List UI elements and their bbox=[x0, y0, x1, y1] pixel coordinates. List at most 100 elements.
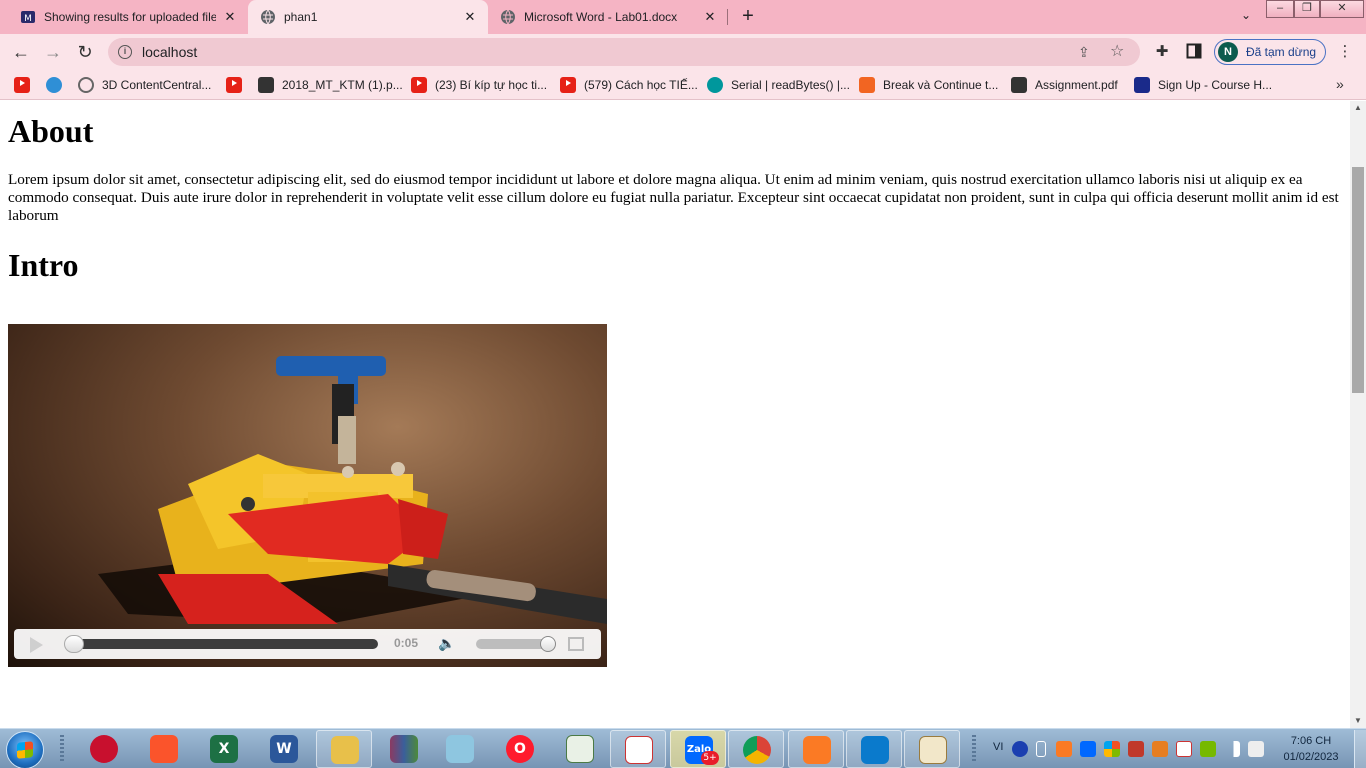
paint-icon bbox=[919, 736, 947, 764]
scroll-thumb[interactable] bbox=[1352, 167, 1364, 393]
tray-app-2-icon[interactable] bbox=[1152, 741, 1168, 757]
winrar-icon bbox=[390, 735, 418, 763]
xampp-tray-icon[interactable] bbox=[1056, 741, 1072, 757]
taskbar-chrome[interactable] bbox=[728, 730, 784, 768]
video-progress-track[interactable] bbox=[68, 639, 378, 649]
network-signal-icon[interactable] bbox=[1224, 741, 1240, 757]
tab-close-icon[interactable]: ✕ bbox=[702, 9, 718, 25]
bookmark-bi-kip[interactable]: (23) Bí kíp tự học ti... bbox=[411, 76, 547, 94]
bookmark-label: Serial | readBytes() |... bbox=[731, 78, 850, 92]
windows-taskbar: X W O Zalo 5+ VI 7:06 CH 01/02/2023 bbox=[0, 728, 1366, 768]
bookmark-3d-contentcentral[interactable]: 3D ContentCentral... bbox=[78, 76, 211, 94]
svg-text:M: M bbox=[24, 14, 32, 24]
taskbar-file-explorer[interactable] bbox=[316, 730, 372, 768]
bookmark-cach-hoc[interactable]: (579) Cách học TIẾ... bbox=[560, 76, 698, 94]
back-arrow-icon[interactable]: ← bbox=[9, 40, 33, 64]
taskbar-word[interactable]: W bbox=[256, 730, 312, 768]
opera-gx-icon bbox=[90, 735, 118, 763]
tray-expand-icon[interactable] bbox=[1036, 741, 1046, 757]
scroll-down-arrow-icon[interactable]: ▼ bbox=[1350, 714, 1366, 728]
bookmark-2018-mt-ktm[interactable]: 2018_MT_KTM (1).p... bbox=[258, 76, 403, 94]
intro-video[interactable]: 0:05 🔈 bbox=[8, 324, 607, 667]
bookmark-serial-readbytes[interactable]: Serial | readBytes() |... bbox=[707, 76, 850, 94]
forward-arrow-icon[interactable]: → bbox=[41, 40, 65, 64]
bookmark-break-continue[interactable]: Break và Continue t... bbox=[859, 76, 998, 94]
nvidia-icon[interactable] bbox=[1200, 741, 1216, 757]
taskbar-vscode[interactable] bbox=[846, 730, 902, 768]
tab-title: phan1 bbox=[284, 10, 318, 24]
bookmark-assignment-pdf[interactable]: Assignment.pdf bbox=[1011, 76, 1118, 94]
profile-button[interactable]: N Đã tạm dừng bbox=[1214, 39, 1326, 65]
taskbar-unikey[interactable] bbox=[610, 730, 666, 768]
restore-button[interactable]: ❐ bbox=[1294, 0, 1320, 18]
tab-strip: M Showing results for uploaded file ✕ ph… bbox=[0, 0, 1366, 34]
close-window-button[interactable]: ✕ bbox=[1320, 0, 1364, 18]
bookmark-youtube[interactable] bbox=[14, 76, 38, 94]
new-tab-button[interactable]: + bbox=[736, 5, 760, 29]
tray-app-icon[interactable] bbox=[1128, 741, 1144, 757]
file-explorer-icon bbox=[331, 736, 359, 764]
taskbar-notepad[interactable] bbox=[432, 730, 488, 768]
bookmark-star-icon[interactable]: ☆ bbox=[1110, 43, 1128, 61]
opera-icon: O bbox=[506, 735, 534, 763]
more-bookmarks-chevron-icon[interactable]: » bbox=[1336, 76, 1344, 92]
video-progress-thumb[interactable] bbox=[64, 635, 84, 653]
site-info-icon[interactable]: i bbox=[118, 45, 132, 59]
v-antivirus-icon[interactable] bbox=[1176, 741, 1192, 757]
globe-icon bbox=[258, 77, 274, 93]
taskbar-brave[interactable] bbox=[136, 730, 192, 768]
show-desktop-button[interactable] bbox=[1354, 730, 1366, 768]
help-icon[interactable] bbox=[1012, 741, 1028, 757]
tab-search-chevron-icon[interactable]: ⌄ bbox=[1236, 8, 1256, 26]
youtube-icon bbox=[411, 77, 427, 93]
f8-icon bbox=[859, 77, 875, 93]
system-clock[interactable]: 7:06 CH 01/02/2023 bbox=[1276, 733, 1346, 765]
volume-slider[interactable] bbox=[476, 639, 548, 649]
language-indicator[interactable]: VI bbox=[993, 741, 1003, 753]
scroll-up-arrow-icon[interactable]: ▲ bbox=[1350, 101, 1366, 115]
bookmark-label: 2018_MT_KTM (1).p... bbox=[282, 78, 403, 92]
menu-kebab-icon[interactable]: ⋮ bbox=[1336, 43, 1354, 61]
tab-close-icon[interactable]: ✕ bbox=[222, 9, 238, 25]
page-scrollbar[interactable]: ▲ ▼ bbox=[1350, 101, 1366, 728]
taskbar-winrar[interactable] bbox=[376, 730, 432, 768]
windows-flag-icon[interactable] bbox=[1104, 741, 1120, 757]
taskbar-zalo[interactable]: Zalo 5+ bbox=[670, 730, 726, 768]
tab-title: Microsoft Word - Lab01.docx bbox=[524, 10, 678, 24]
tray-grip bbox=[972, 735, 976, 763]
zalo-badge: 5+ bbox=[701, 751, 719, 765]
video-time: 0:05 bbox=[394, 636, 419, 650]
fullscreen-icon[interactable] bbox=[568, 637, 584, 651]
zalo-tray-icon[interactable] bbox=[1080, 741, 1096, 757]
volume-thumb[interactable] bbox=[540, 636, 556, 652]
bookmark-wifi[interactable] bbox=[46, 76, 70, 94]
youtube-icon bbox=[560, 77, 576, 93]
volume-icon[interactable]: 🔈 bbox=[438, 635, 464, 653]
minimize-button[interactable]: – bbox=[1266, 0, 1294, 18]
reload-icon[interactable]: ↻ bbox=[73, 40, 97, 64]
taskbar-paint[interactable] bbox=[904, 730, 960, 768]
play-icon[interactable] bbox=[30, 637, 43, 653]
taskbar-xampp[interactable] bbox=[788, 730, 844, 768]
extensions-puzzle-icon[interactable]: ✚ bbox=[1153, 43, 1171, 61]
start-button[interactable] bbox=[6, 731, 44, 768]
share-icon[interactable]: ⇪ bbox=[1078, 44, 1094, 60]
taskbar-excel[interactable]: X bbox=[196, 730, 252, 768]
bookmark-youtube-2[interactable] bbox=[226, 76, 250, 94]
tab-phan1[interactable]: phan1 ✕ bbox=[248, 0, 488, 34]
clock-time: 7:06 CH bbox=[1290, 735, 1332, 747]
taskbar-opera-gx[interactable] bbox=[76, 730, 132, 768]
tab-uploaded-file[interactable]: M Showing results for uploaded file ✕ bbox=[8, 0, 248, 34]
profile-status: Đã tạm dừng bbox=[1246, 45, 1317, 59]
taskbar-opera[interactable]: O bbox=[492, 730, 548, 768]
speaker-muted-icon[interactable] bbox=[1248, 741, 1264, 757]
address-url[interactable]: localhost bbox=[142, 44, 197, 60]
taskbar-sheet[interactable] bbox=[552, 730, 608, 768]
bookmark-sign-up-course[interactable]: Sign Up - Course H... bbox=[1134, 76, 1272, 94]
sheet-icon bbox=[566, 735, 594, 763]
xampp-icon bbox=[803, 736, 831, 764]
tab-close-icon[interactable]: ✕ bbox=[462, 9, 478, 25]
side-panel-icon[interactable] bbox=[1185, 43, 1203, 61]
address-bar[interactable]: i localhost ⇪ ☆ bbox=[108, 38, 1140, 66]
tab-word-lab01[interactable]: Microsoft Word - Lab01.docx ✕ bbox=[488, 0, 728, 34]
